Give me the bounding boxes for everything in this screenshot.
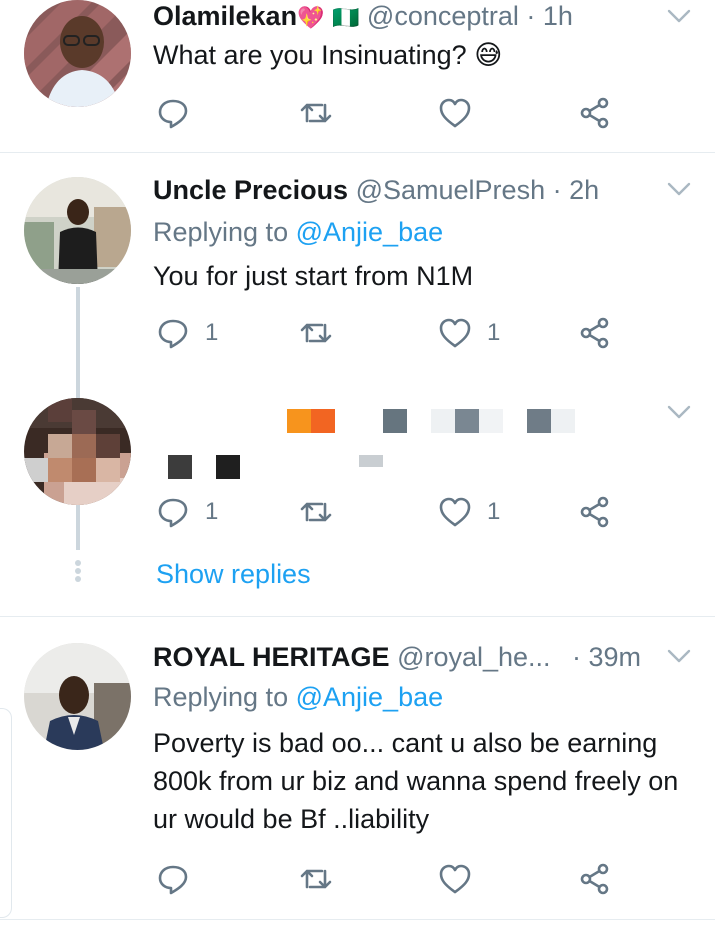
handle[interactable]: @conceptral: [367, 1, 519, 31]
censored-block: [311, 409, 335, 433]
reply-button[interactable]: [155, 494, 191, 530]
replying-to: Replying to @Anjie_bae: [153, 214, 443, 250]
censored-block: [527, 409, 551, 433]
avatar[interactable]: [24, 398, 131, 505]
timestamp[interactable]: · 39m: [572, 639, 641, 675]
share-icon: [580, 863, 609, 895]
mention-link[interactable]: @Anjie_bae: [296, 682, 444, 712]
reply-button[interactable]: [155, 95, 191, 131]
censored-block: [287, 409, 311, 433]
reply-icon: [158, 319, 188, 349]
avatar-image: [24, 177, 131, 284]
censored-block: [551, 409, 575, 433]
share-button[interactable]: [577, 494, 613, 530]
tweet-olamilekan[interactable]: Olamilekan💖 🇳🇬 @conceptral · 1h What are…: [0, 0, 715, 152]
share-button[interactable]: [577, 315, 613, 351]
heart-emoji: 💖: [297, 5, 325, 30]
censored-block: [168, 455, 192, 479]
tweet-header: ROYAL HERITAGE @royal_he...: [153, 639, 551, 675]
censored-block: [479, 409, 503, 433]
share-icon: [580, 97, 609, 129]
mention-link[interactable]: @Anjie_bae: [296, 217, 444, 247]
display-name[interactable]: ROYAL HERITAGE: [153, 642, 390, 672]
timestamp[interactable]: · 2h: [553, 175, 600, 205]
censored-block: [431, 409, 455, 433]
chevron-down-icon: [667, 182, 691, 196]
share-button[interactable]: [577, 95, 613, 131]
tweet-header: Olamilekan💖 🇳🇬 @conceptral · 1h: [153, 0, 573, 36]
chevron-down-icon: [667, 405, 691, 419]
retweet-icon: [300, 502, 332, 522]
like-button[interactable]: [437, 861, 473, 897]
censored-block: [216, 455, 240, 479]
reply-icon: [158, 865, 188, 895]
thread-dot: [75, 576, 81, 582]
share-button[interactable]: [577, 861, 613, 897]
show-replies-link[interactable]: Show replies: [156, 556, 311, 592]
avatar-image: [24, 0, 131, 107]
sweat-smile-emoji: 😅: [474, 40, 503, 70]
retweet-icon: [300, 103, 332, 123]
avatar-image: [24, 643, 131, 750]
tweet-text: Poverty is bad oo... cant u also be earn…: [153, 728, 679, 834]
display-name[interactable]: Uncle Precious: [153, 175, 348, 205]
more-options-button[interactable]: [665, 398, 693, 426]
thread-connector: [76, 507, 80, 550]
censored-block: [383, 409, 407, 433]
retweet-icon: [300, 323, 332, 343]
retweet-icon: [300, 869, 332, 889]
thread-dot: [75, 560, 81, 566]
replying-to: Replying to @Anjie_bae: [153, 679, 443, 715]
tweet-text: What are you Insinuating? 😅: [153, 36, 693, 74]
reply-button[interactable]: [155, 315, 191, 351]
replying-to-label: Replying to: [153, 217, 289, 247]
tweet-censored[interactable]: 1 1 Show replies: [0, 395, 715, 615]
avatar-image: [24, 398, 131, 505]
share-icon: [580, 496, 609, 528]
heart-icon: [439, 497, 471, 527]
like-button[interactable]: [437, 494, 473, 530]
tweet-text-content: What are you Insinuating?: [153, 40, 467, 70]
heart-icon: [439, 98, 471, 128]
more-options-button[interactable]: [665, 642, 693, 670]
censored-block: [359, 455, 383, 467]
share-icon: [580, 317, 609, 349]
tweet-text: You for just start from N1M: [153, 261, 474, 291]
timestamp[interactable]: · 1h: [526, 1, 573, 31]
avatar[interactable]: [24, 643, 131, 750]
avatar[interactable]: [24, 177, 131, 284]
censored-block: [455, 409, 479, 433]
reply-count: 1: [205, 498, 219, 525]
retweet-button[interactable]: [298, 95, 334, 131]
like-count: 1: [487, 498, 501, 525]
chevron-down-icon: [667, 9, 691, 23]
tweet-divider: [0, 919, 715, 920]
handle[interactable]: @royal_he...: [397, 642, 550, 672]
like-button[interactable]: [437, 95, 473, 131]
reply-icon: [158, 498, 188, 528]
display-name[interactable]: Olamilekan: [153, 1, 297, 31]
reply-button[interactable]: [155, 861, 191, 897]
handle[interactable]: @SamuelPresh: [356, 175, 546, 205]
replying-to-label: Replying to: [153, 682, 289, 712]
more-options-button[interactable]: [665, 175, 693, 203]
reply-count: 1: [205, 319, 219, 346]
more-options-button[interactable]: [665, 2, 693, 30]
retweet-button[interactable]: [298, 315, 334, 351]
like-count: 1: [487, 319, 501, 346]
tweet-header: Uncle Precious @SamuelPresh · 2h: [153, 172, 599, 208]
retweet-button[interactable]: [298, 494, 334, 530]
heart-icon: [439, 318, 471, 348]
like-button[interactable]: [437, 315, 473, 351]
flag-emoji: 🇳🇬: [332, 5, 360, 30]
thread-dot: [75, 568, 81, 574]
heart-icon: [439, 864, 471, 894]
reply-icon: [158, 99, 188, 129]
tweet-royal-heritage[interactable]: ROYAL HERITAGE @royal_he... · 39m Replyi…: [0, 617, 715, 919]
retweet-button[interactable]: [298, 861, 334, 897]
avatar[interactable]: [24, 0, 131, 107]
chevron-down-icon: [667, 649, 691, 663]
